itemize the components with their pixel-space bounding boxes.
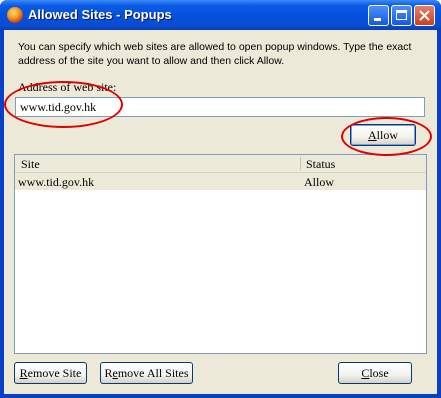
remove-all-sites-button[interactable]: Remove All Sites (100, 362, 193, 384)
remove-site-label-rest: emove Site (27, 365, 82, 380)
window-title: Allowed Sites - Popups (28, 7, 172, 22)
address-label: Address of web site: (18, 80, 117, 94)
close-icon (419, 10, 430, 21)
close-window-button[interactable] (414, 5, 435, 26)
row-status: Allow (304, 175, 334, 189)
allow-label-rest: llow (376, 128, 398, 142)
row-site: www.tid.gov.hk (18, 175, 95, 189)
description-text: You can specify which web sites are allo… (18, 41, 412, 67)
remove-all-label-first: R (104, 365, 113, 380)
close-button[interactable]: Close (338, 362, 412, 384)
close-label-rest: lose (369, 365, 389, 380)
dialog-body: You can specify which web sites are allo… (4, 30, 437, 394)
allow-button[interactable]: Allow (350, 124, 416, 146)
minimize-icon (374, 18, 381, 21)
allow-accesskey: A (367, 128, 377, 142)
sites-list[interactable]: Site Status www.tid.gov.hk Allow (14, 154, 427, 354)
maximize-icon (396, 10, 407, 20)
list-header: Site Status (15, 155, 426, 173)
remove-site-button[interactable]: Remove Site (14, 362, 87, 384)
title-bar[interactable]: Allowed Sites - Popups (0, 0, 441, 30)
list-row[interactable]: www.tid.gov.hk Allow (15, 173, 426, 190)
column-divider[interactable] (300, 157, 301, 170)
minimize-button[interactable] (368, 5, 389, 26)
maximize-button[interactable] (391, 5, 412, 26)
firefox-icon (7, 7, 23, 23)
address-input[interactable] (15, 97, 425, 117)
remove-all-label-rest: move All Sites (117, 365, 189, 380)
remove-site-accesskey: R (19, 365, 28, 380)
dialog-window: Allowed Sites - Popups You can specify w… (0, 0, 441, 398)
column-status[interactable]: Status (306, 157, 335, 172)
column-site[interactable]: Site (21, 157, 40, 172)
